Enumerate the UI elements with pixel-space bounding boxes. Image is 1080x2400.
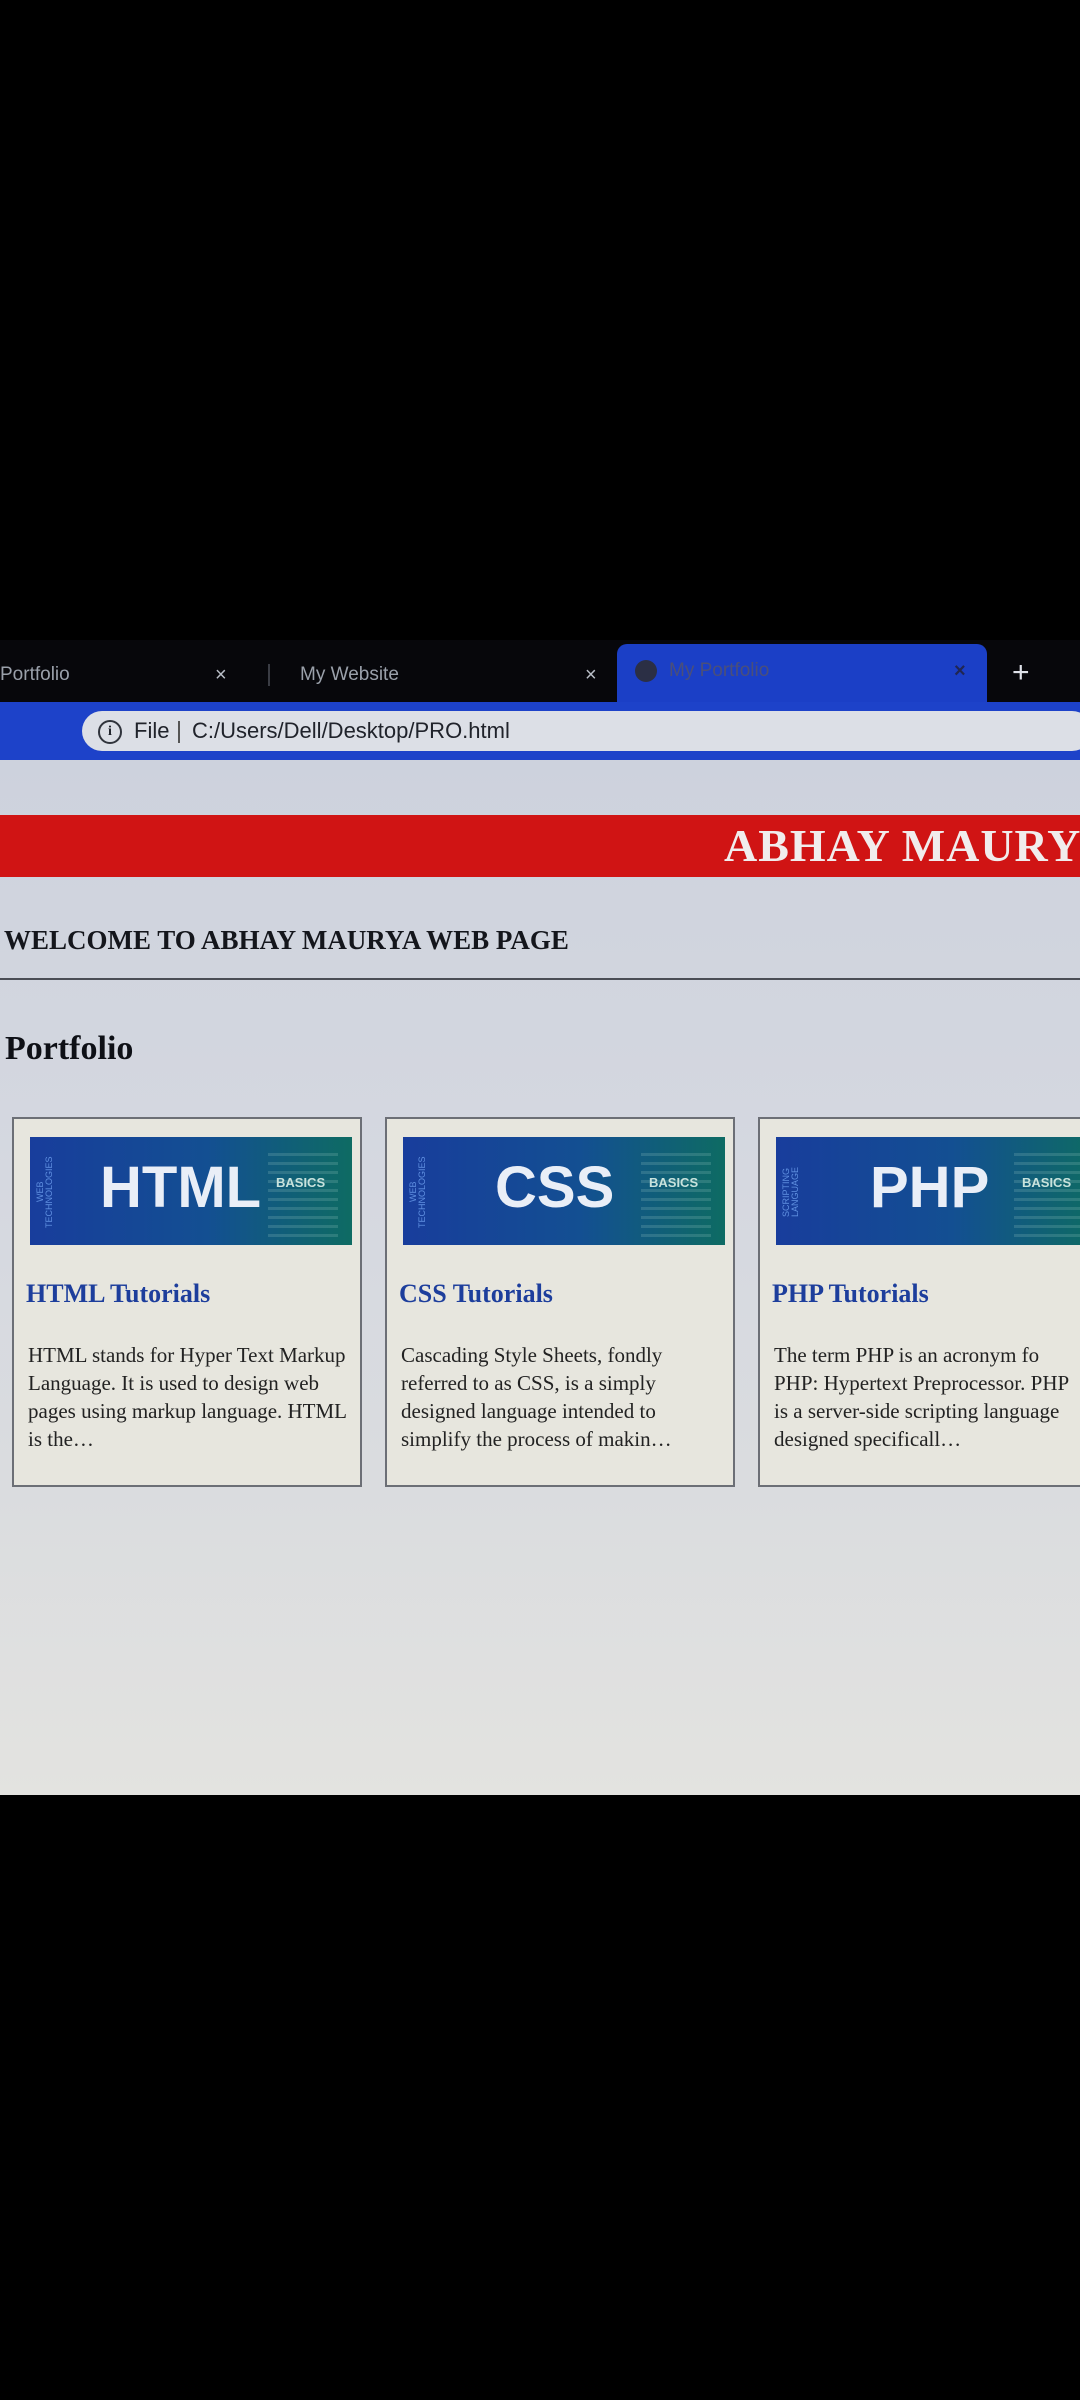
- tab-my-portfolio[interactable]: My Portfolio ×: [617, 644, 987, 702]
- thumbnail-word-cloud: [1014, 1151, 1080, 1237]
- card-title-link[interactable]: CSS Tutorials: [399, 1279, 553, 1309]
- address-bar[interactable]: i File C:/Users/Dell/Desktop/PRO.html: [82, 711, 1080, 751]
- portfolio-heading: Portfolio: [5, 1030, 134, 1067]
- browser-tab-strip: Portfolio × My Website × My Portfolio × …: [0, 640, 1080, 702]
- card-thumbnail[interactable]: SCRIPTING LANGUAGE PHP BASICS: [776, 1137, 1080, 1245]
- tab-label: My Website: [300, 664, 399, 685]
- address-url[interactable]: C:/Users/Dell/Desktop/PRO.html: [192, 711, 510, 751]
- site-name: ABHAY MAURY: [724, 820, 1080, 871]
- card-css[interactable]: WEB TECHNOLOGIES CSS BASICS CSS Tutorial…: [385, 1117, 735, 1487]
- tab-label: Portfolio: [0, 664, 70, 685]
- close-icon[interactable]: ×: [215, 650, 227, 700]
- globe-icon: [635, 659, 657, 682]
- thumbnail-title: PHP: [870, 1155, 990, 1220]
- thumbnail-title: HTML: [100, 1155, 262, 1220]
- close-icon[interactable]: ×: [585, 650, 597, 700]
- file-scheme-label: File: [134, 718, 170, 743]
- thumbnail-basics-text: BASICS: [1022, 1175, 1072, 1190]
- tab-divider: [268, 664, 270, 686]
- address-divider: [178, 721, 180, 743]
- thumbnail-basics-text: BASICS: [276, 1175, 326, 1190]
- card-description: Cascading Style Sheets, fondly referred …: [401, 1343, 672, 1451]
- web-page: ABHAY MAURY WELCOME TO ABHAY MAURYA WEB …: [0, 760, 1080, 1795]
- card-thumbnail[interactable]: WEB TECHNOLOGIES CSS BASICS: [403, 1137, 725, 1245]
- header-banner: ABHAY MAURY: [0, 815, 1080, 877]
- thumbnail-side-text: WEB TECHNOLOGIES: [408, 1156, 427, 1228]
- card-title-link[interactable]: HTML Tutorials: [26, 1279, 210, 1309]
- card-description: The term PHP is an acronym fo PHP: Hyper…: [774, 1343, 1069, 1451]
- thumbnail-title: CSS: [495, 1155, 615, 1220]
- thumbnail-side-text: WEB TECHNOLOGIES: [35, 1156, 54, 1228]
- card-php[interactable]: SCRIPTING LANGUAGE PHP BASICS PHP Tutori…: [758, 1117, 1080, 1487]
- thumbnail-word-cloud: [641, 1151, 711, 1237]
- card-title-link[interactable]: PHP Tutorials: [772, 1279, 929, 1309]
- monitor-screen: Portfolio × My Website × My Portfolio × …: [0, 640, 1080, 1795]
- card-description: HTML stands for Hyper Text Markup Langua…: [28, 1343, 347, 1451]
- thumbnail-basics-text: BASICS: [649, 1175, 699, 1190]
- tab-portfolio[interactable]: Portfolio ×: [0, 650, 240, 700]
- tab-label: My Portfolio: [669, 660, 770, 681]
- thumbnail-word-cloud: [268, 1151, 338, 1237]
- welcome-heading: WELCOME TO ABHAY MAURYA WEB PAGE: [4, 925, 569, 955]
- divider: [0, 978, 1080, 980]
- tab-my-website[interactable]: My Website ×: [300, 650, 600, 700]
- info-icon[interactable]: i: [98, 720, 122, 744]
- thumbnail-side-text: SCRIPTING LANGUAGE: [781, 1167, 800, 1218]
- card-html[interactable]: WEB TECHNOLOGIES HTML BASICS HTML Tutori…: [12, 1117, 362, 1487]
- new-tab-button[interactable]: +: [1012, 648, 1030, 698]
- browser-toolbar: i File C:/Users/Dell/Desktop/PRO.html: [0, 702, 1080, 760]
- close-icon[interactable]: ×: [954, 644, 966, 698]
- card-thumbnail[interactable]: WEB TECHNOLOGIES HTML BASICS: [30, 1137, 352, 1245]
